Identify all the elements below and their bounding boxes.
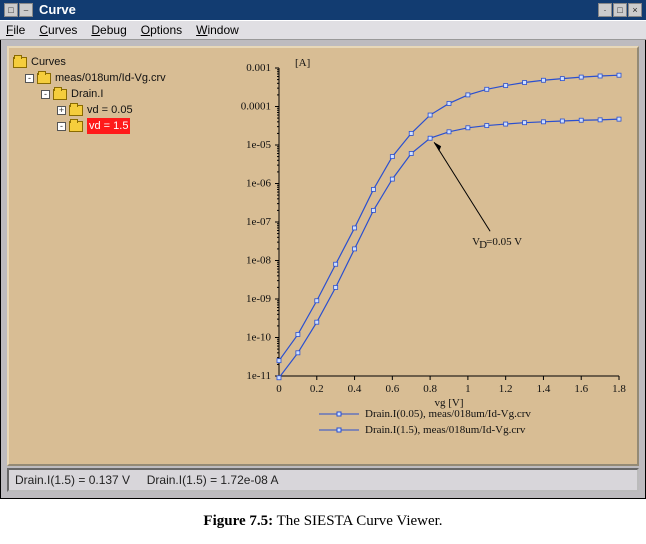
svg-text:0.8: 0.8: [423, 383, 437, 395]
minimize-icon[interactable]: ·: [598, 3, 612, 17]
menu-debug[interactable]: Debug: [91, 23, 126, 37]
svg-text:1.4: 1.4: [537, 383, 551, 395]
svg-text:1e-10: 1e-10: [246, 332, 272, 344]
chart: 1e-11 1e-10 1e-09 1e-08 1e-07 1e-06 1e-05 0.000…: [209, 54, 629, 462]
expand-icon[interactable]: +: [57, 106, 66, 115]
window-title: Curve: [39, 0, 76, 20]
svg-text:0: 0: [276, 383, 282, 395]
svg-text:1.2: 1.2: [499, 383, 513, 395]
svg-text:0.001: 0.001: [246, 62, 271, 74]
status-right: Drain.I(1.5) = 1.72e-08 A: [147, 473, 279, 487]
svg-text:1: 1: [465, 383, 471, 395]
sysmenu-icon[interactable]: □: [4, 3, 18, 17]
titlebar: □ ⎯ Curve · □ ×: [0, 0, 646, 20]
menu-file[interactable]: File: [6, 23, 25, 37]
tree-group[interactable]: Drain.I: [71, 86, 103, 102]
svg-text:1e-09: 1e-09: [246, 293, 272, 305]
svg-text:1e-06: 1e-06: [246, 178, 272, 190]
svg-text:=0.05 V: =0.05 V: [486, 236, 522, 248]
svg-text:1e-08: 1e-08: [246, 255, 272, 267]
menu-window[interactable]: Window: [196, 23, 239, 37]
svg-text:1.8: 1.8: [612, 383, 626, 395]
plot-area: 1e-11 1e-10 1e-09 1e-08 1e-07 1e-06 1e-05 0.000…: [209, 48, 637, 464]
tree-file[interactable]: meas/018um/Id-Vg.crv: [55, 70, 166, 86]
svg-text:1.6: 1.6: [574, 383, 588, 395]
client-area: Curves -meas/018um/Id-Vg.crv -Drain.I +v…: [7, 46, 639, 466]
curve-tree[interactable]: Curves -meas/018um/Id-Vg.crv -Drain.I +v…: [9, 48, 209, 464]
svg-text:Drain.I(1.5), meas/018um/Id-Vg: Drain.I(1.5), meas/018um/Id-Vg.crv: [365, 424, 526, 436]
tree-root[interactable]: Curves: [31, 54, 66, 70]
folder-icon: [13, 57, 27, 68]
collapse-icon[interactable]: -: [25, 74, 34, 83]
folder-icon: [69, 121, 83, 132]
folder-icon: [37, 73, 51, 84]
svg-text:1e-11: 1e-11: [246, 370, 271, 382]
collapse-icon[interactable]: -: [57, 122, 66, 131]
svg-text:0.2: 0.2: [310, 383, 324, 395]
svg-text:0.0001: 0.0001: [241, 101, 271, 113]
workspace: Curves -meas/018um/Id-Vg.crv -Drain.I +v…: [0, 40, 646, 499]
pin-icon[interactable]: ⎯: [19, 3, 33, 17]
menubar: File Curves Debug Options Window: [0, 20, 646, 40]
status-left: Drain.I(1.5) = 0.137 V: [15, 473, 130, 487]
folder-icon: [53, 89, 67, 100]
maximize-icon[interactable]: □: [613, 3, 627, 17]
svg-text:0.6: 0.6: [385, 383, 399, 395]
tree-node-vd15[interactable]: vd = 1.5: [87, 118, 130, 134]
svg-text:[A]: [A]: [295, 57, 310, 69]
svg-text:Drain.I(0.05), meas/018um/Id-V: Drain.I(0.05), meas/018um/Id-Vg.crv: [365, 408, 531, 420]
menu-options[interactable]: Options: [141, 23, 182, 37]
folder-icon: [69, 105, 83, 116]
tree-node-vd005[interactable]: vd = 0.05: [87, 102, 133, 118]
svg-text:1e-05: 1e-05: [246, 139, 272, 151]
close-icon[interactable]: ×: [628, 3, 642, 17]
collapse-icon[interactable]: -: [41, 90, 50, 99]
menu-curves[interactable]: Curves: [39, 23, 77, 37]
statusbar: Drain.I(1.5) = 0.137 V Drain.I(1.5) = 1.…: [7, 468, 639, 492]
svg-text:0.4: 0.4: [348, 383, 362, 395]
svg-text:1e-07: 1e-07: [246, 216, 272, 228]
